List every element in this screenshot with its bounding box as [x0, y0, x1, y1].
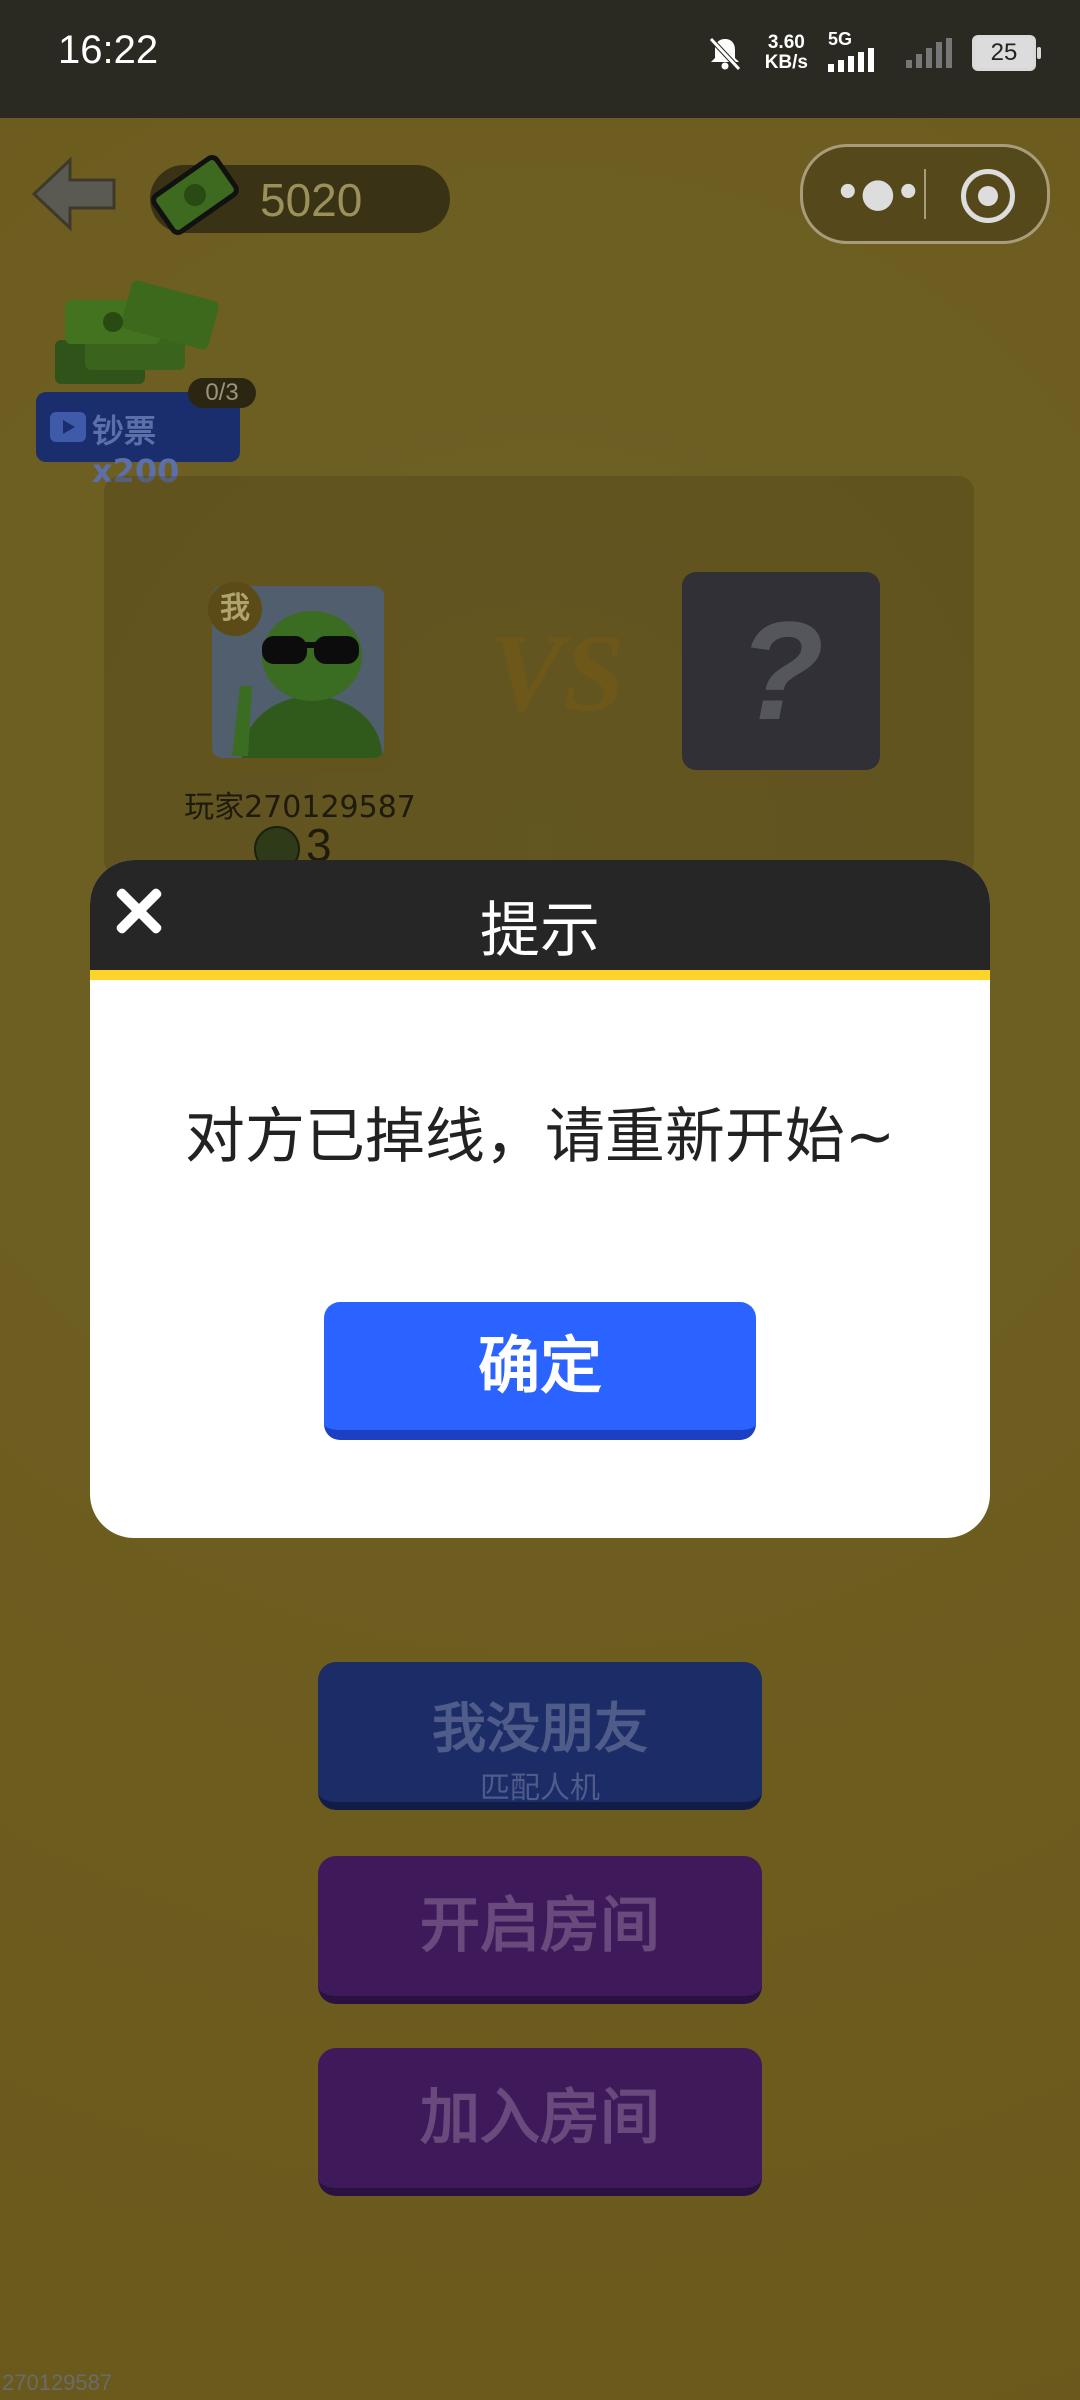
- confirm-button[interactable]: 确定: [324, 1302, 756, 1440]
- dialog-header: 提示: [90, 860, 990, 970]
- match-robot-title: 我没朋友: [432, 1697, 648, 1760]
- me-badge: 我: [208, 582, 262, 636]
- cash-amount: 5020: [260, 174, 363, 226]
- reward-count: 0/3: [188, 378, 256, 408]
- user-id-footer: 270129587: [2, 2370, 113, 2395]
- open-room-button[interactable]: 开启房间: [318, 1856, 762, 2004]
- signal-weak-icon: [906, 37, 952, 68]
- miniprogram-capsule: •●•: [800, 144, 1050, 244]
- match-robot-subtitle: 匹配人机: [480, 1771, 600, 1806]
- dialog-accent-bar: [90, 970, 990, 980]
- dialog-title: 提示: [480, 896, 600, 966]
- back-arrow-icon[interactable]: [30, 150, 118, 238]
- battery-indicator: 25: [972, 34, 1041, 71]
- vs-label: VS: [490, 612, 625, 734]
- status-icons: 3.60 KB/s 5G 25: [705, 30, 1041, 75]
- net-speed: 3.60 KB/s: [764, 31, 808, 73]
- opponent-placeholder: ?: [682, 572, 880, 770]
- dialog-message: 对方已掉线，请重新开始~: [184, 1102, 896, 1172]
- match-robot-button[interactable]: 我没朋友 匹配人机: [318, 1662, 762, 1810]
- more-dots-icon[interactable]: •●•: [833, 163, 923, 223]
- join-room-button[interactable]: 加入房间: [318, 2048, 762, 2196]
- close-icon[interactable]: [108, 880, 170, 942]
- disconnect-dialog: 提示 对方已掉线，请重新开始~ 确定: [90, 860, 990, 1538]
- video-icon: [50, 412, 86, 442]
- cash-icon: [151, 155, 239, 235]
- capsule-divider: [924, 169, 926, 219]
- network-type: 5G: [828, 30, 886, 75]
- open-room-label: 开启房间: [420, 1891, 660, 1961]
- lives-counter: 3: [254, 819, 374, 872]
- target-icon[interactable]: [961, 169, 1015, 223]
- join-room-label: 加入房间: [420, 2083, 660, 2153]
- status-time: 16:22: [58, 28, 159, 72]
- signal-icon: [828, 48, 874, 72]
- player-name: 玩家270129587: [184, 790, 416, 825]
- mute-bell-icon: [708, 36, 741, 71]
- status-bar: 16:22 3.60 KB/s 5G 25: [0, 0, 1080, 118]
